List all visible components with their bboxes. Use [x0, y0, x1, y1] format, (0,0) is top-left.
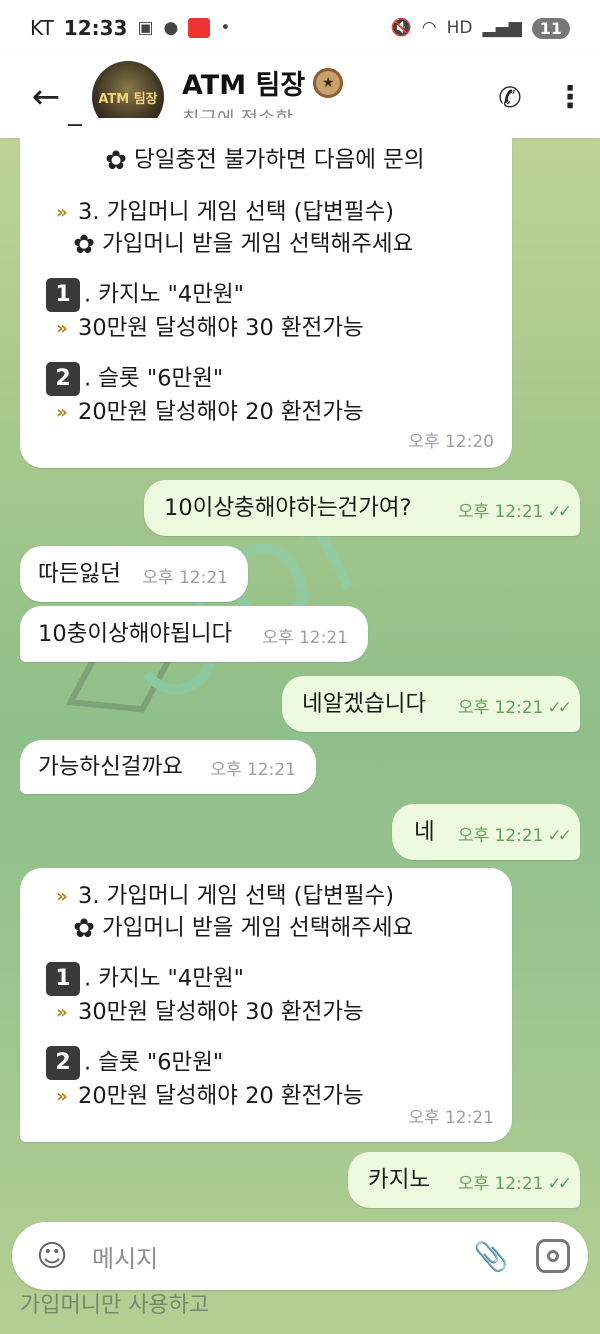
message-time: 오후 12:21	[457, 1174, 544, 1194]
message-bubble[interactable]: ̶ ✿당일충전 불가하면 다음에 문의 »3. 가입머니 게임 선택 (답변필수…	[20, 118, 512, 468]
message-text: 네알겠습니다	[302, 691, 427, 717]
chat-title: ATM 팀장	[182, 70, 306, 101]
message-line: 20만원 달성해야 20 환전가능	[78, 1083, 364, 1109]
read-check-icon: ✓✓	[547, 698, 572, 718]
emoji-icon[interactable]: ☺	[12, 1239, 92, 1274]
message-bubble[interactable]: 카지노 오후 12:21 ✓✓	[348, 1152, 580, 1208]
message-bubble[interactable]: 10충이상해야됩니다 오후 12:21	[20, 606, 368, 662]
screenshot-icon: ▣	[137, 18, 154, 38]
message-line: 30만원 달성해야 30 환전가능	[78, 315, 364, 341]
number-two-icon: 2	[46, 362, 80, 396]
keyboard-preview-text: 가입머니만 사용하고	[20, 1293, 210, 1318]
message-time: 오후 12:21	[142, 568, 228, 588]
carrier-label: KT	[30, 16, 54, 40]
wifi-icon: ◠	[421, 18, 437, 38]
message-input[interactable]: 메시지	[92, 1239, 158, 1274]
chat-notification-icon: ●	[163, 18, 179, 38]
message-line: 당일충전 불가하면 다음에 문의	[134, 147, 425, 173]
app-notification-icon	[188, 18, 211, 38]
mute-icon: 🔇	[390, 18, 412, 38]
double-arrow-icon: »	[56, 1001, 68, 1023]
message-bubble[interactable]: 따든잃던 오후 12:21	[20, 546, 248, 602]
number-one-icon: 1	[46, 962, 80, 996]
flower-badge-icon: ✿	[73, 229, 95, 260]
message-line: . 카지노 "4만원"	[84, 281, 244, 308]
message-bubble[interactable]: 네알겠습니다 오후 12:21 ✓✓	[282, 676, 580, 732]
message-text: 가능하신걸까요	[38, 754, 183, 780]
read-check-icon: ✓✓	[547, 1174, 572, 1194]
status-time: 12:33	[63, 16, 128, 40]
message-time: 오후 12:21	[262, 628, 348, 648]
message-line: 20만원 달성해야 20 환전가능	[78, 399, 364, 425]
message-line: 가입머니 받을 게임 선택해주세요	[102, 915, 414, 941]
read-check-icon: ✓✓	[547, 502, 572, 522]
dot-icon: •	[220, 18, 231, 38]
message-bubble[interactable]: » 3. 가입머니 게임 선택 (답변필수) ✿ 가입머니 받을 게임 선택해주세요…	[20, 868, 512, 1142]
message-time: 오후 12:21	[408, 1108, 494, 1128]
message-line: . 슬롯 "6만원"	[84, 1049, 224, 1076]
battery-icon: 11	[531, 17, 570, 39]
message-line: 3. 가입머니 게임 선택 (답변필수)	[78, 883, 395, 909]
message-time: 오후 12:21	[210, 760, 296, 780]
message-line: 30만원 달성해야 30 환전가능	[78, 999, 364, 1025]
hd-icon: HD	[446, 18, 473, 38]
message-time: 오후 12:21	[457, 826, 544, 846]
message-text: 10이상충해야하는건가여?	[164, 495, 412, 521]
message-bubble[interactable]: 네 오후 12:21 ✓✓	[392, 804, 580, 860]
flower-badge-icon: ✿	[73, 913, 95, 944]
flower-badge-icon: ✿	[105, 145, 127, 176]
double-arrow-icon: »	[56, 885, 68, 907]
message-bubble[interactable]: 가능하신걸까요 오후 12:21	[20, 740, 316, 794]
number-one-icon: 1	[46, 278, 80, 312]
message-time: 오후 12:21	[457, 502, 544, 522]
more-vertical-icon[interactable]: ⋮	[540, 56, 600, 138]
read-check-icon: ✓✓	[547, 826, 572, 846]
camera-icon[interactable]	[518, 1239, 588, 1273]
double-arrow-icon: »	[56, 201, 68, 223]
double-arrow-icon: »	[56, 317, 68, 339]
double-arrow-icon: »	[56, 401, 68, 423]
message-bubble[interactable]: 10이상충해야하는건가여? 오후 12:21 ✓✓	[144, 480, 580, 536]
message-time: 오후 12:20	[408, 432, 494, 452]
message-line: 3. 가입머니 게임 선택 (답변필수)	[78, 199, 395, 225]
message-time: 오후 12:21	[457, 698, 544, 718]
message-composer: ☺ 메시지 📎	[12, 1222, 588, 1290]
message-text: 네	[414, 819, 435, 845]
message-text: 따든잃던	[38, 561, 121, 587]
message-line: . 슬롯 "6만원"	[84, 365, 224, 392]
message-text: 10충이상해야됩니다	[38, 621, 233, 647]
signal-icon: ▂▄▆	[482, 18, 522, 38]
message-line: . 카지노 "4만원"	[84, 965, 244, 992]
premium-badge-icon: ★	[313, 67, 344, 98]
message-text: 카지노	[368, 1167, 431, 1193]
message-line: 가입머니 받을 게임 선택해주세요	[102, 231, 414, 257]
status-bar: KT 12:33 ▣ ● • 🔇 ◠ HD ▂▄▆ 11	[0, 0, 600, 56]
number-two-icon: 2	[46, 1046, 80, 1080]
double-arrow-icon: »	[56, 1085, 68, 1107]
paperclip-icon[interactable]: 📎	[464, 1240, 518, 1273]
